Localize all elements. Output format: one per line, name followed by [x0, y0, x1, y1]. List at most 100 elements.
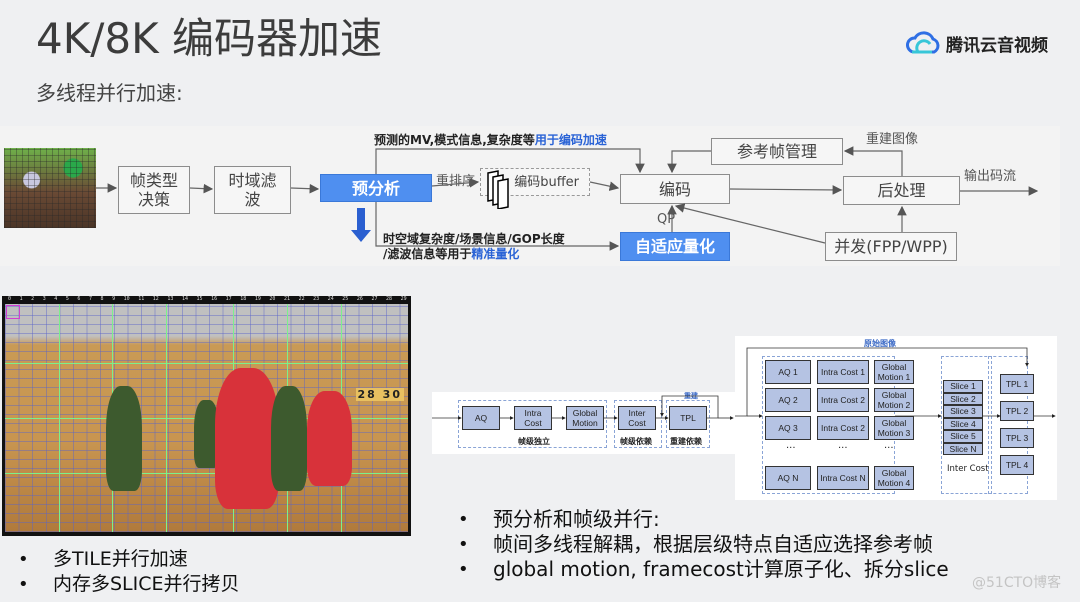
tile-line — [166, 304, 168, 532]
intra-cost-box: Intra Cost — [514, 406, 552, 430]
bullet-item: global motion, framecost计算原子化、拆分slice — [458, 557, 949, 582]
reorder-label: 重排序 — [436, 174, 476, 189]
watermark: @51CTO博客 — [972, 575, 1062, 591]
post-process-box: 后处理 — [843, 176, 960, 205]
inter-cost-box: Inter Cost — [618, 406, 656, 430]
ruler-tick: 10 — [123, 296, 130, 302]
bullet-item: 多TILE并行加速 — [18, 547, 240, 572]
qp-label: QP — [657, 212, 676, 227]
arrow — [589, 181, 620, 191]
player — [270, 386, 308, 491]
brand-name: 腾讯云音视频 — [946, 35, 1048, 56]
adaptive-quant-box: 自适应量化 — [620, 232, 730, 261]
arrow — [189, 183, 214, 194]
global-motion-box: Global Motion — [566, 406, 604, 430]
basketball-image: 28 30 — [5, 304, 408, 532]
ctu-highlight — [6, 305, 20, 319]
ruler-tick: 2 — [31, 296, 35, 302]
ruler-tick: 5 — [65, 296, 69, 302]
group-label: 帧级独立 — [518, 437, 550, 446]
original-image-label: 原始图像 — [864, 339, 896, 348]
bullet-item: 预分析和帧级并行: — [458, 507, 949, 532]
ruler-tick: 14 — [181, 296, 188, 302]
arrow — [843, 146, 903, 176]
ruler-tick: 16 — [211, 296, 218, 302]
scoreboard: 28 30 — [355, 388, 404, 402]
temporal-filter-box: 时域滤 波 — [214, 166, 291, 214]
encode-buffer-label: 编码buffer — [514, 174, 579, 190]
aq-box: AQ 2 — [765, 388, 811, 412]
top-note: 预测的MV,模式信息,复杂度等用于编码加速 — [374, 131, 607, 148]
ruler-tick: 1 — [19, 296, 23, 302]
player — [105, 386, 143, 491]
slice-box: Slice 2 — [943, 392, 983, 405]
aq-box: AQ 3 — [765, 416, 811, 440]
slide-title: 4K/8K 编码器加速 — [36, 14, 383, 63]
slice-box: Slice N — [943, 442, 983, 455]
slide-subtitle: 多线程并行加速: — [36, 81, 183, 105]
frames-stack-icon — [487, 170, 509, 209]
tile-ruler: 0 1 2 3 4 5 6 7 8 9 10 11 12 13 14 15 16 17 18 19 20 21 22 23 24… — [8, 296, 407, 304]
ruler-tick: 6 — [77, 296, 81, 302]
bullets-frame-parallel: 预分析和帧级并行: 帧间多线程解耦，根据层级特点自适应选择参考帧 global … — [458, 507, 949, 582]
ruler-tick: 29 — [400, 296, 407, 302]
cloud-logo-icon — [906, 31, 940, 54]
horse-race-thumbnail — [4, 148, 96, 228]
brand-logo: 腾讯云音视频 — [906, 30, 1048, 56]
ruler-tick: 26 — [356, 296, 363, 302]
bullet-item: 内存多SLICE并行拷贝 — [18, 572, 240, 597]
arrow — [729, 185, 843, 195]
global-motion-box: Global Motion 2 — [874, 388, 914, 412]
group-label: 重建依赖 — [670, 437, 702, 446]
ruler-tick: 23 — [313, 296, 320, 302]
bullets-tile-slice: 多TILE并行加速 内存多SLICE并行拷贝 — [18, 547, 240, 597]
tpl-box: TPL 2 — [1000, 401, 1034, 421]
tile-line — [5, 363, 408, 365]
slice-box: Slice 1 — [943, 380, 983, 393]
tpl-box: TPL — [669, 406, 707, 430]
pre-analysis-box: 预分析 — [320, 174, 432, 202]
arrow — [290, 183, 320, 194]
parallel-fpp-wpp-box: 并发(FPP/WPP) — [825, 232, 957, 261]
ellipsis: ··· — [786, 443, 796, 454]
group-label: 帧级依赖 — [620, 437, 652, 446]
player — [214, 367, 280, 510]
intra-cost-box: Intra Cost 2 — [817, 416, 869, 440]
ruler-tick: 22 — [298, 296, 305, 302]
ellipsis: ··· — [884, 443, 894, 454]
reconstructed-label: 重建图像 — [866, 132, 919, 147]
ruler-tick: 20 — [269, 296, 276, 302]
ruler-tick: 3 — [42, 296, 46, 302]
bottom-note-highlight: 精准量化 — [471, 247, 520, 261]
frame-parallel-diagram: AQ Intra Cost Global Motion Inter Cost T… — [432, 392, 735, 454]
ruler-tick: 17 — [225, 296, 232, 302]
inter-cost-label: Inter Cost — [947, 464, 989, 474]
aq-box: AQ 1 — [765, 360, 811, 384]
ruler-tick: 18 — [240, 296, 247, 302]
ref-frame-mgmt-box: 参考帧管理 — [711, 138, 843, 165]
ruler-tick: 19 — [254, 296, 261, 302]
ruler-tick: 8 — [100, 296, 104, 302]
tile-grid-frame: 0 1 2 3 4 5 6 7 8 9 10 11 12 13 14 15 16 17 18 19 20 21 22 23 24… — [2, 296, 411, 536]
arrow — [667, 150, 711, 174]
ruler-tick: 7 — [88, 296, 92, 302]
encode-box: 编码 — [620, 174, 730, 204]
intra-cost-box: Intra Cost 2 — [817, 388, 869, 412]
ruler-tick: 21 — [283, 296, 291, 302]
aq-box: AQ N — [765, 466, 811, 490]
frame-type-decision-box: 帧类型 决策 — [118, 166, 190, 214]
bullet-item: 帧间多线程解耦，根据层级特点自适应选择参考帧 — [458, 532, 949, 557]
tpl-box: TPL 3 — [1000, 428, 1034, 448]
intra-cost-box: Intra Cost 1 — [817, 360, 869, 384]
slice-box: Slice 5 — [943, 430, 983, 443]
intra-cost-box: Intra Cost N — [817, 466, 869, 490]
bottom-note-line2: /滤波信息等用于精准量化 — [383, 245, 519, 262]
parallel-breakdown-diagram: 原始图像 AQ 1 AQ 2 AQ 3 ··· AQ N Intra Cost 1 Intr… — [735, 336, 1057, 500]
encoder-pipeline-diagram: 帧类型 决策 时域滤 波 预分析 编码buffer 编码 自适应量化 参考帧管理… — [0, 126, 1060, 266]
ruler-tick: 27 — [371, 296, 378, 302]
feedback-label: 重建 — [684, 392, 698, 400]
global-motion-box: Global Motion 1 — [874, 360, 914, 384]
aq-box: AQ — [462, 406, 500, 430]
ruler-tick: 4 — [54, 296, 58, 302]
ruler-tick: 24 — [327, 296, 334, 302]
